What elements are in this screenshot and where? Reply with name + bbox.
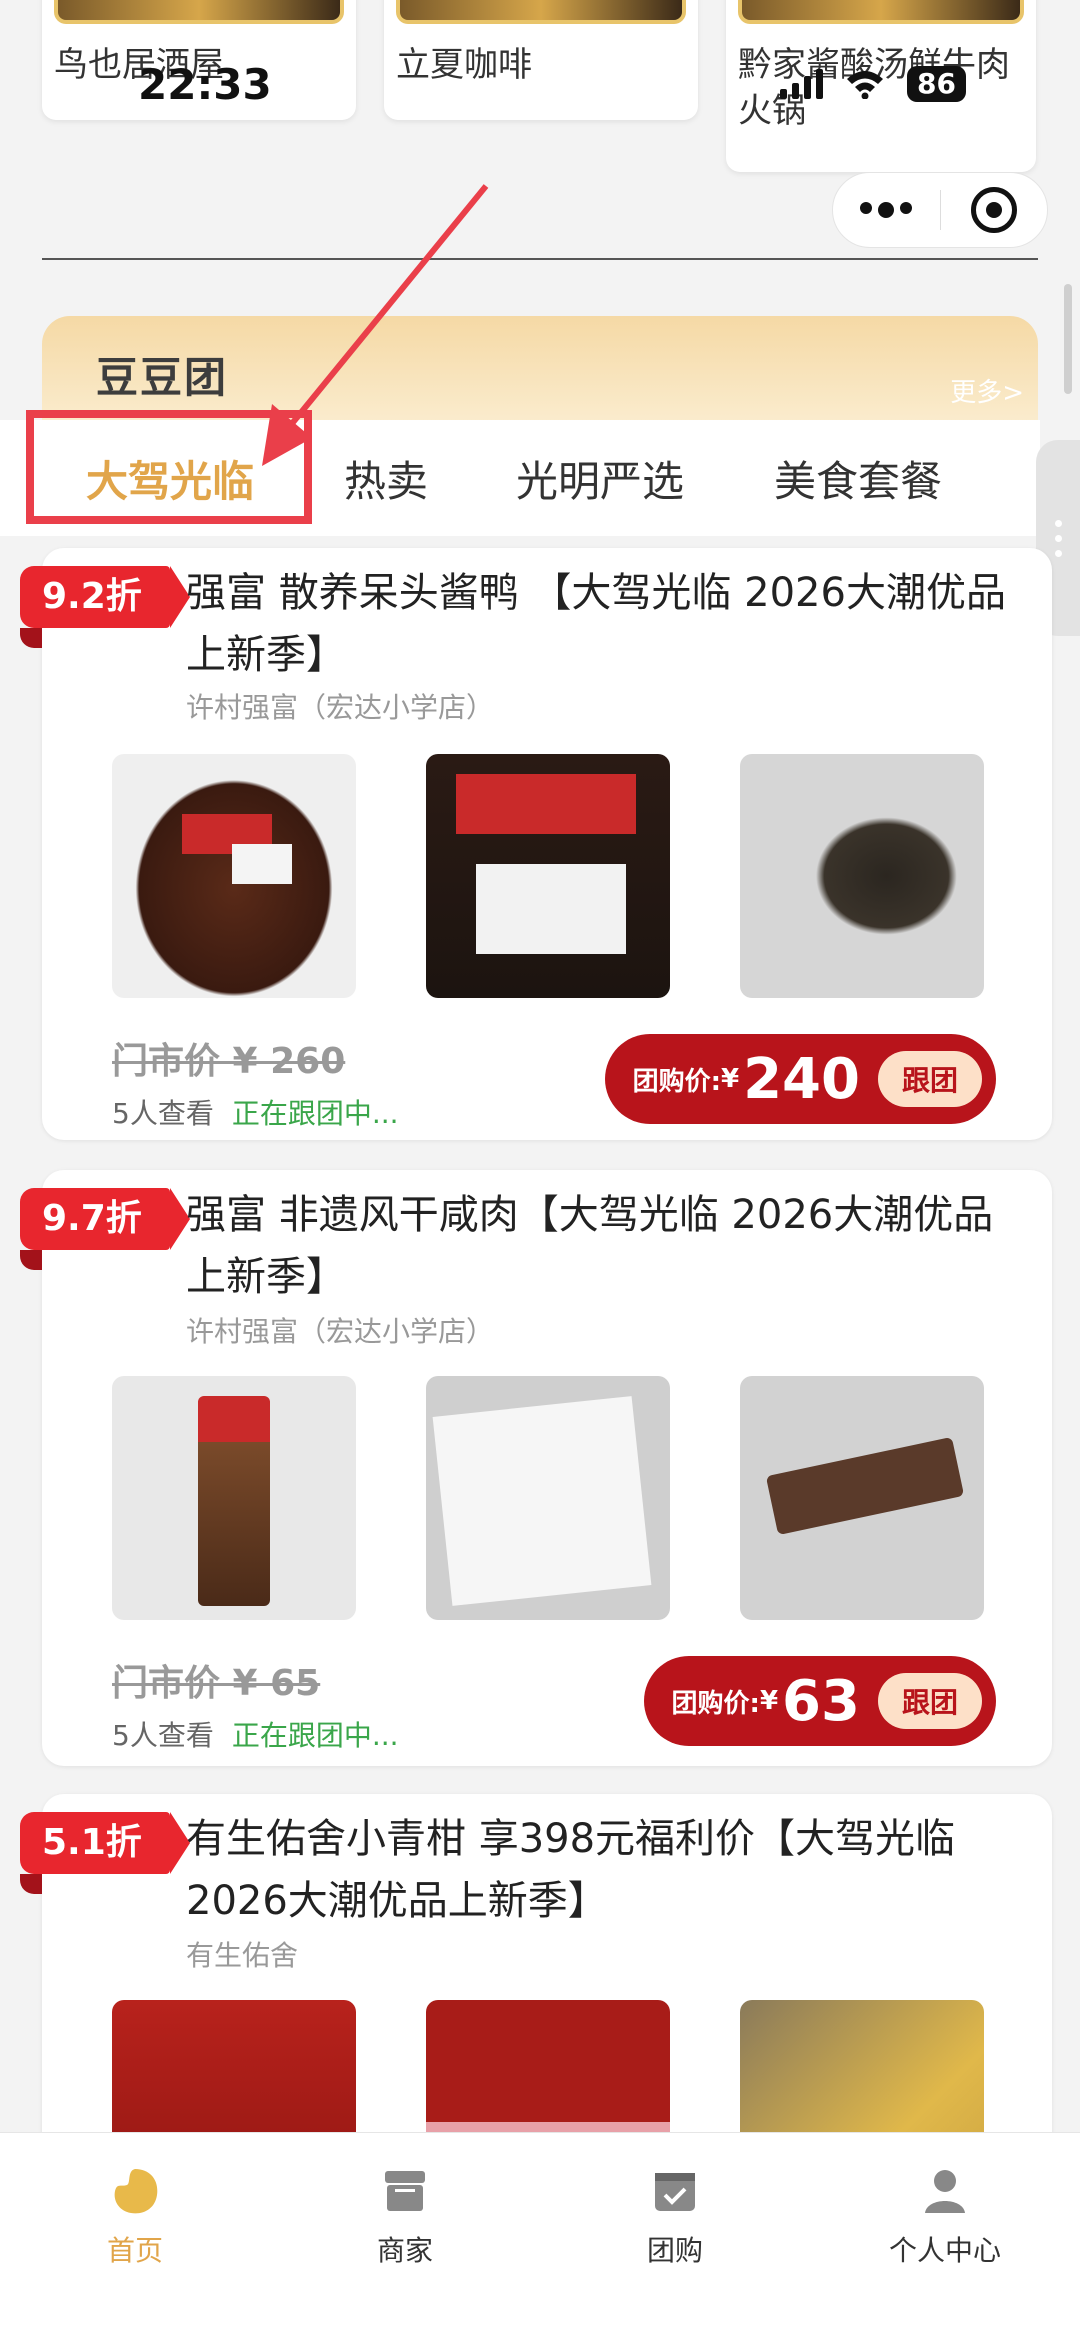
product-image[interactable] (740, 1376, 984, 1620)
nav-item-store[interactable]: 商家 (270, 2133, 540, 2348)
shop-name: 有生佑舍 (186, 1939, 299, 1972)
product-card[interactable]: 9.7折 强富 非遗风干咸肉【大驾光临 2026大潮优品上新季】 许村强富（宏达… (20, 1170, 1052, 1766)
join-group-button[interactable]: 跟团 (877, 1051, 982, 1107)
shop-card[interactable]: 立夏咖啡 (384, 0, 698, 120)
product-title: 强富 非遗风干咸肉【大驾光临 2026大潮优品上新季】 (186, 1192, 994, 1300)
view-meta: 5人查看 正在跟团中... (112, 1714, 399, 1754)
close-icon[interactable] (940, 187, 1047, 233)
group-buy-button[interactable]: 团购价: ¥ 63 跟团 (643, 1656, 996, 1746)
tab-guangming-select[interactable]: 光明严选 (516, 448, 684, 509)
group-buy-icon (655, 2173, 695, 2211)
shop-name: 立夏咖啡 (396, 45, 532, 85)
discount-badge: 9.2折 (20, 566, 190, 648)
view-meta: 5人查看 正在跟团中... (112, 1092, 399, 1132)
divider (42, 258, 1038, 260)
product-image[interactable] (112, 754, 356, 998)
product-image[interactable] (112, 1376, 356, 1620)
group-price: 240 (743, 1046, 860, 1112)
home-icon (114, 2169, 158, 2214)
nav-item-profile[interactable]: 个人中心 (810, 2133, 1080, 2348)
wifi-icon (847, 71, 883, 99)
page: { "status_bar": { "time": "22:33", "batt… (0, 0, 1080, 2348)
group-status: 正在跟团中... (231, 1097, 399, 1130)
more-link[interactable]: 更多> (950, 372, 1024, 409)
original-price: 门市价 ¥ 65 (112, 1663, 321, 1704)
battery-icon: 86 (907, 66, 966, 102)
nav-item-group-buy[interactable]: 团购 (540, 2133, 810, 2348)
product-title: 强富 散养呆头酱鸭 【大驾光临 2026大潮优品上新季】 (186, 570, 1006, 678)
group-price: 63 (782, 1668, 860, 1734)
group-status: 正在跟团中... (231, 1719, 399, 1752)
nav-label: 首页 (106, 2234, 163, 2267)
group-buy-button[interactable]: 团购价: ¥ 240 跟团 (604, 1034, 996, 1124)
product-title: 有生佑舍小青柑 享398元福利价【大驾光临 2026大潮优品上新季】 (186, 1816, 956, 1924)
product-card[interactable]: 9.2折 强富 散养呆头酱鸭 【大驾光临 2026大潮优品上新季】 许村强富（宏… (20, 548, 1052, 1140)
shop-name: 许村强富（宏达小学店） (186, 691, 495, 724)
discount-badge: 9.7折 (20, 1188, 190, 1270)
shop-image (54, 0, 344, 24)
nav-label: 个人中心 (888, 2234, 1001, 2267)
status-time: 22:33 (138, 60, 272, 109)
shop-image (738, 0, 1024, 24)
original-price: 门市价 ¥ 260 (112, 1041, 346, 1082)
signal-icon (780, 69, 823, 99)
section-title: 豆豆团 (96, 353, 229, 402)
product-image[interactable] (740, 754, 984, 998)
join-group-button[interactable]: 跟团 (877, 1673, 982, 1729)
shop-name: 许村强富（宏达小学店） (186, 1315, 495, 1348)
bottom-nav: 首页 商家 团购 个人中心 (0, 2132, 1080, 2348)
discount-badge: 5.1折 (20, 1812, 190, 1894)
tab-food-set[interactable]: 美食套餐 (774, 448, 942, 509)
profile-icon (925, 2170, 965, 2213)
nav-item-home[interactable]: 首页 (0, 2133, 270, 2348)
tab-hot-sale[interactable]: 热卖 (344, 448, 428, 509)
more-icon[interactable] (833, 202, 940, 218)
annotation-highlight-box (26, 410, 312, 524)
shop-image (396, 0, 686, 24)
mini-program-capsule (832, 172, 1048, 248)
nav-label: 团购 (646, 2234, 703, 2267)
store-icon (385, 2171, 425, 2211)
price-label: 团购价: (671, 1688, 760, 1719)
product-image[interactable] (426, 754, 670, 998)
scrollbar[interactable] (1064, 284, 1072, 394)
price-label: 团购价: (632, 1066, 721, 1097)
view-count: 5人查看 (112, 1097, 214, 1130)
view-count: 5人查看 (112, 1719, 214, 1752)
product-image[interactable] (426, 1376, 670, 1620)
nav-label: 商家 (376, 2234, 433, 2267)
status-icons: 86 (780, 66, 966, 102)
